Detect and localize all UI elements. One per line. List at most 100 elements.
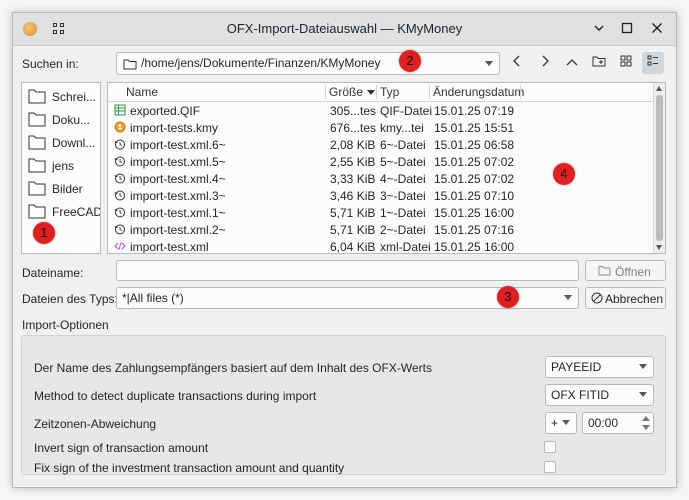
timezone-value: 00:00 bbox=[588, 416, 619, 430]
file-date: 15.01.25 07:02 bbox=[434, 172, 515, 186]
timezone-sign-combo[interactable]: + bbox=[545, 412, 577, 434]
fix-sign-label: Fix sign of the investment transaction a… bbox=[34, 461, 345, 475]
filename-input[interactable] bbox=[116, 260, 579, 281]
file-row[interactable]: import-test.xml.6~ 2,08 KiB 6~-Datei 15.… bbox=[108, 136, 654, 153]
folder-icon bbox=[28, 181, 46, 196]
annotation-marker-1: 1 bbox=[33, 222, 55, 244]
forward-button[interactable] bbox=[534, 52, 556, 74]
file-row[interactable]: exported.QIF 305...tes QIF-Datei 15.01.2… bbox=[108, 102, 654, 119]
file-name: import-test.xml.2~ bbox=[130, 223, 226, 237]
column-date-header[interactable]: Änderungsdatum bbox=[433, 85, 524, 99]
minimize-button[interactable] bbox=[589, 19, 609, 39]
file-date: 15.01.25 07:02 bbox=[434, 155, 515, 169]
lookin-path: /home/jens/Dokumente/Finanzen/KMyMoney bbox=[141, 56, 381, 70]
duplicate-method-label: Method to detect duplicate transactions … bbox=[34, 389, 317, 403]
column-name-header[interactable]: Name bbox=[126, 85, 158, 99]
chevron-down-icon bbox=[562, 420, 570, 425]
file-size: 5,71 KiB bbox=[330, 223, 376, 237]
invert-sign-checkbox[interactable] bbox=[544, 441, 556, 453]
file-row[interactable]: import-test.xml 6,04 KiB xml-Datei 15.01… bbox=[108, 238, 654, 254]
file-type: 4~-Datei bbox=[380, 172, 426, 186]
file-date: 15.01.25 07:19 bbox=[434, 104, 515, 118]
backup-file-icon bbox=[114, 224, 125, 235]
file-date: 15.01.25 16:00 bbox=[434, 240, 515, 254]
file-size: 676...tes bbox=[330, 121, 377, 135]
lookin-label: Suchen in: bbox=[22, 57, 79, 71]
file-dialog-window: OFX-Import-Dateiauswahl — KMyMoney Suche… bbox=[12, 12, 677, 488]
cancel-button[interactable]: Abbrechen bbox=[585, 287, 666, 309]
sort-descending-icon bbox=[367, 90, 375, 95]
folder-icon bbox=[28, 89, 46, 104]
file-row[interactable]: import-test.xml.3~ 3,46 KiB 3~-Datei 15.… bbox=[108, 187, 654, 204]
new-folder-button[interactable] bbox=[588, 52, 610, 74]
file-size: 2,08 KiB bbox=[330, 138, 376, 152]
detail-view-button[interactable] bbox=[642, 52, 664, 74]
column-size-header[interactable]: Größe bbox=[329, 85, 363, 99]
spin-down-icon[interactable] bbox=[642, 425, 650, 430]
file-row[interactable]: import-test.xml.2~ 5,71 KiB 2~-Datei 15.… bbox=[108, 221, 654, 238]
window-title: OFX-Import-Dateiauswahl — KMyMoney bbox=[226, 21, 463, 36]
back-button[interactable] bbox=[506, 52, 528, 74]
file-list: Name Größe Typ Änderungsdatum exported.Q… bbox=[107, 82, 666, 254]
file-type: 3~-Datei bbox=[380, 189, 426, 203]
place-label: Doku... bbox=[52, 113, 91, 127]
file-name: import-tests.kmy bbox=[130, 121, 219, 135]
chevron-down-icon bbox=[485, 60, 493, 66]
place-label: Downl... bbox=[52, 136, 96, 150]
close-window-button[interactable] bbox=[647, 19, 667, 39]
scrollbar-thumb[interactable] bbox=[656, 95, 663, 241]
file-type: 6~-Datei bbox=[380, 138, 426, 152]
file-name: import-test.xml bbox=[130, 240, 209, 254]
folder-icon bbox=[28, 135, 46, 150]
file-date: 15.01.25 07:10 bbox=[434, 189, 515, 203]
duplicate-method-combo[interactable]: OFX FITID bbox=[545, 384, 654, 406]
maximize-button[interactable] bbox=[617, 19, 637, 39]
column-type-header[interactable]: Typ bbox=[380, 85, 399, 99]
file-name: import-test.xml.6~ bbox=[130, 138, 226, 152]
import-options-heading: Import-Optionen bbox=[22, 318, 109, 332]
icon-view-button[interactable] bbox=[615, 52, 637, 74]
place-label: jens bbox=[52, 159, 75, 173]
file-date: 15.01.25 16:00 bbox=[434, 206, 515, 220]
file-list-header: Name Größe Typ Änderungsdatum bbox=[108, 83, 654, 102]
icon-view-icon bbox=[620, 55, 632, 67]
kmymoney-file-icon bbox=[114, 121, 126, 133]
place-label: FreeCAD bbox=[52, 205, 101, 219]
fix-sign-checkbox[interactable] bbox=[544, 461, 556, 473]
file-type: xml-Datei bbox=[380, 240, 431, 254]
file-size: 5,71 KiB bbox=[330, 206, 376, 220]
spin-up-icon[interactable] bbox=[642, 416, 650, 421]
folder-icon bbox=[28, 112, 46, 127]
scroll-up-arrow-icon[interactable] bbox=[656, 86, 662, 91]
filename-label: Dateiname: bbox=[22, 266, 84, 280]
file-list-scrollbar[interactable] bbox=[653, 83, 665, 253]
timezone-spinbox[interactable]: 00:00 bbox=[582, 412, 654, 434]
payee-value: PAYEEID bbox=[551, 360, 602, 374]
parent-folder-button[interactable] bbox=[561, 52, 583, 74]
import-options-panel: Der Name des Zahlungsempfängers basiert … bbox=[21, 335, 666, 475]
file-row[interactable]: import-test.xml.1~ 5,71 KiB 1~-Datei 15.… bbox=[108, 204, 654, 221]
lookin-combo[interactable]: /home/jens/Dokumente/Finanzen/KMyMoney bbox=[116, 52, 500, 75]
place-label: Schrei... bbox=[52, 90, 97, 104]
file-row[interactable]: import-tests.kmy 676...tes kmy...tei 15.… bbox=[108, 119, 654, 136]
file-type: 5~-Datei bbox=[380, 155, 426, 169]
minimize-icon bbox=[594, 25, 604, 31]
new-folder-icon bbox=[592, 56, 606, 67]
open-button[interactable]: Öffnen bbox=[585, 260, 666, 281]
folder-icon bbox=[28, 204, 46, 219]
annotation-marker-3: 3 bbox=[497, 286, 519, 308]
cancel-button-label: Abbrechen bbox=[605, 292, 664, 306]
folder-icon bbox=[123, 59, 137, 70]
file-size: 3,33 KiB bbox=[330, 172, 376, 186]
chevron-down-icon bbox=[639, 392, 647, 397]
spreadsheet-icon bbox=[114, 104, 126, 116]
detail-view-icon bbox=[647, 55, 658, 66]
backup-file-icon bbox=[114, 190, 125, 201]
scroll-down-arrow-icon[interactable] bbox=[656, 245, 662, 250]
open-button-label: Öffnen bbox=[615, 265, 651, 279]
file-type: 2~-Datei bbox=[380, 223, 426, 237]
file-name: import-test.xml.3~ bbox=[130, 189, 226, 203]
payee-label: Der Name des Zahlungsempfängers basiert … bbox=[34, 361, 432, 375]
payee-combo[interactable]: PAYEEID bbox=[545, 356, 654, 378]
close-icon bbox=[652, 23, 662, 33]
